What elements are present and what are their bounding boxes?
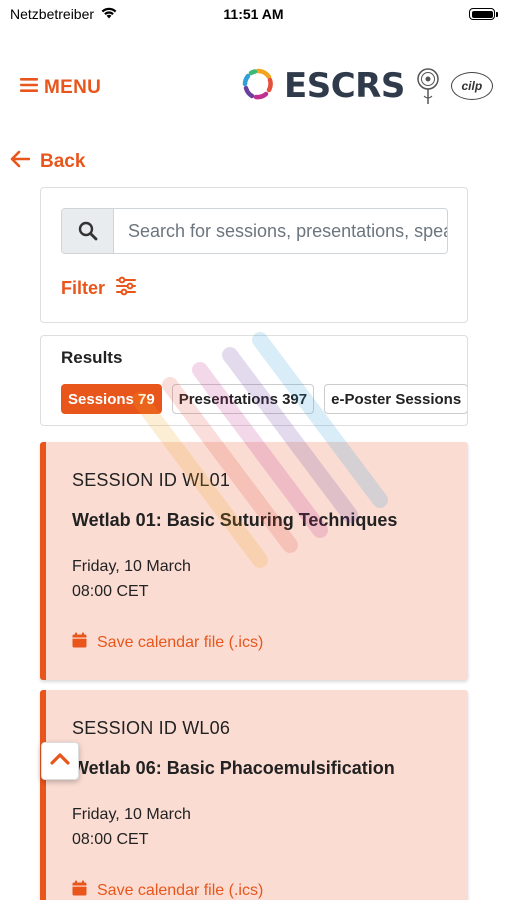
- session-id: SESSION ID WL01: [72, 470, 231, 490]
- save-calendar-link[interactable]: Save calendar file (.ics): [72, 880, 263, 900]
- session-time: 08:00 CET: [72, 583, 149, 600]
- tab-presentations[interactable]: Presentations 397: [171, 384, 315, 414]
- results-title: Results: [61, 348, 123, 367]
- save-calendar-link[interactable]: Save calendar file (.ics): [72, 632, 263, 653]
- save-calendar-label: Save calendar file (.ics): [97, 633, 264, 651]
- search-input[interactable]: [114, 209, 447, 253]
- tab-sessions[interactable]: Sessions 79: [61, 384, 162, 414]
- arrow-left-icon: [10, 150, 31, 174]
- filter-button[interactable]: Filter: [61, 276, 137, 301]
- calendar-icon: [72, 632, 87, 653]
- save-calendar-label: Save calendar file (.ics): [97, 881, 264, 899]
- menu-button[interactable]: MENU: [20, 77, 101, 99]
- session-title[interactable]: Wetlab 01: Basic Suturing Techniques: [72, 510, 397, 531]
- hamburger-icon: [20, 77, 38, 99]
- escrs-logo-icon: [242, 68, 274, 105]
- search-icon[interactable]: [62, 209, 114, 253]
- search-card: Filter: [40, 187, 468, 323]
- sliders-icon: [115, 276, 137, 301]
- cilp-logo: cilp: [450, 72, 493, 100]
- back-button[interactable]: Back: [10, 150, 85, 174]
- results-card: Results Sessions 79 Presentations 397 e-…: [40, 335, 468, 426]
- calendar-icon: [72, 880, 87, 900]
- app-header: MENU ESCRS cilp: [0, 60, 507, 120]
- battery-icon: [469, 8, 498, 20]
- tab-eposter-sessions[interactable]: e-Poster Sessions: [324, 384, 467, 414]
- chevron-up-icon: [49, 752, 71, 771]
- scroll-to-top-button[interactable]: [41, 742, 79, 780]
- back-label: Back: [40, 151, 86, 172]
- status-bar: Netzbetreiber 11:51 AM: [0, 0, 507, 30]
- session-time: 08:00 CET: [72, 831, 149, 848]
- results-tabs: Sessions 79 Presentations 397 e-Poster S…: [61, 384, 467, 414]
- search-field: [61, 208, 448, 254]
- society-seal-icon: [415, 66, 441, 106]
- session-id: SESSION ID WL06: [72, 718, 231, 738]
- session-title[interactable]: Wetlab 06: Basic Phacoemulsification: [72, 758, 395, 779]
- filter-label: Filter: [61, 278, 106, 298]
- logo-group: ESCRS cilp: [242, 66, 493, 106]
- escrs-logo-text: ESCRS: [284, 66, 405, 106]
- session-card[interactable]: SESSION ID WL06 Wetlab 06: Basic Phacoem…: [40, 690, 468, 900]
- session-card[interactable]: SESSION ID WL01 Wetlab 01: Basic Suturin…: [40, 442, 468, 680]
- clock: 11:51 AM: [223, 6, 284, 22]
- session-date: Friday, 10 March: [72, 806, 191, 823]
- menu-label: MENU: [44, 77, 102, 98]
- session-date: Friday, 10 March: [72, 558, 191, 575]
